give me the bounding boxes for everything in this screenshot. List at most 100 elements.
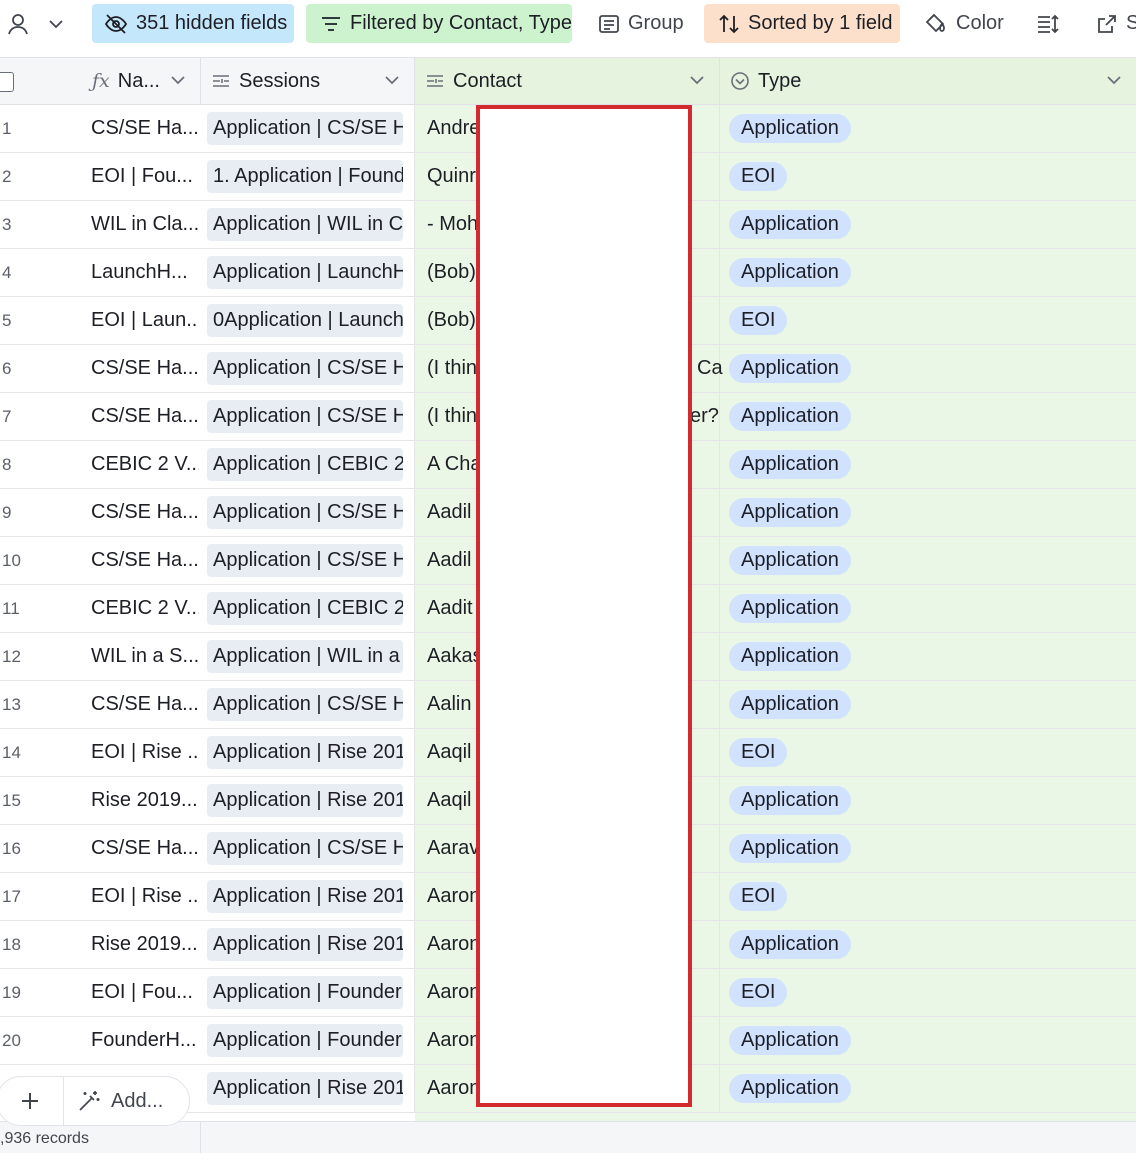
sessions-cell[interactable]: Application | WIL in a S [201, 633, 415, 680]
sessions-cell[interactable]: Application | CS/SE Hac [201, 537, 415, 584]
sessions-cell[interactable]: Application | CEBIC 2 V [201, 585, 415, 632]
name-cell[interactable]: WIL in a S... [91, 633, 199, 680]
session-record-chip[interactable]: Application | CS/SE Hac [207, 832, 403, 865]
sessions-cell[interactable]: Application | Rise 2019 [201, 777, 415, 824]
name-cell[interactable]: CS/SE Ha... [91, 681, 199, 728]
column-header-sessions[interactable]: Sessions [201, 58, 415, 104]
session-record-chip[interactable]: 1. Application | Founde [207, 160, 403, 193]
session-record-chip[interactable]: Application | CS/SE Hac [207, 496, 403, 529]
column-header-name[interactable]: ƒx Na... [84, 58, 201, 104]
sessions-cell[interactable]: Application | CEBIC 2 V [201, 441, 415, 488]
chevron-down-icon[interactable] [170, 72, 186, 88]
filter-button[interactable]: Filtered by Contact, Type [306, 4, 572, 43]
sessions-cell[interactable]: Application | Rise 2019 [201, 921, 415, 968]
add-record-button[interactable] [0, 1077, 64, 1125]
name-cell[interactable]: EOI | Fou... [91, 153, 199, 200]
type-cell[interactable]: Application [720, 345, 1136, 392]
sessions-cell[interactable]: Application | FounderH [201, 969, 415, 1016]
session-record-chip[interactable]: 0Application | LaunchH [207, 304, 403, 337]
sessions-cell[interactable]: Application | LaunchHU [201, 249, 415, 296]
type-cell[interactable]: Application [720, 489, 1136, 536]
name-cell[interactable]: FounderH... [91, 1017, 199, 1064]
name-cell[interactable]: EOI | Fou... [91, 969, 199, 1016]
type-cell[interactable]: EOI [720, 297, 1136, 344]
session-record-chip[interactable]: Application | CEBIC 2 V [207, 592, 403, 625]
name-cell[interactable]: CS/SE Ha... [91, 537, 199, 584]
sort-button[interactable]: Sorted by 1 field [704, 4, 900, 43]
type-cell[interactable]: Application [720, 633, 1136, 680]
row-height-button[interactable] [1036, 4, 1066, 43]
name-cell[interactable]: LaunchH... [91, 249, 199, 296]
sessions-cell[interactable]: Application | CS/SE Hac [201, 825, 415, 872]
type-cell[interactable]: EOI [720, 969, 1136, 1016]
type-cell[interactable]: EOI [720, 153, 1136, 200]
group-button[interactable]: Group [596, 4, 692, 43]
type-cell[interactable]: Application [720, 249, 1136, 296]
session-record-chip[interactable]: Application | Rise 2019 [207, 928, 403, 961]
session-record-chip[interactable]: Application | WIL in a S [207, 640, 403, 673]
session-record-chip[interactable]: Application | FounderH [207, 976, 403, 1009]
sessions-cell[interactable]: Application | Rise 2019 [201, 873, 415, 920]
name-cell[interactable]: CS/SE Ha... [91, 345, 199, 392]
chevron-down-icon[interactable] [689, 72, 705, 88]
name-cell[interactable]: EOI | Laun... [91, 297, 199, 344]
type-cell[interactable]: Application [720, 441, 1136, 488]
session-record-chip[interactable]: Application | CS/SE Hac [207, 400, 403, 433]
sessions-cell[interactable]: 1. Application | Founde [201, 153, 415, 200]
type-cell[interactable]: Application [720, 585, 1136, 632]
type-cell[interactable]: Application [720, 1065, 1136, 1112]
share-view-button[interactable]: S [1096, 4, 1136, 43]
type-cell[interactable]: Application [720, 921, 1136, 968]
chevron-down-icon[interactable] [1106, 72, 1122, 88]
name-cell[interactable]: Rise 2019... [91, 777, 199, 824]
sessions-cell[interactable]: Application | CS/SE Hac [201, 345, 415, 392]
type-cell[interactable]: Application [720, 681, 1136, 728]
type-cell[interactable]: EOI [720, 729, 1136, 776]
name-cell[interactable]: CEBIC 2 V... [91, 585, 199, 632]
session-record-chip[interactable]: Application | Rise 2019 [207, 784, 403, 817]
sessions-cell[interactable]: 0Application | LaunchH [201, 297, 415, 344]
select-all-checkbox[interactable] [0, 72, 14, 92]
type-cell[interactable]: EOI [720, 873, 1136, 920]
type-cell[interactable]: Application [720, 777, 1136, 824]
name-cell[interactable]: Rise 2019... [91, 921, 199, 968]
name-cell[interactable]: CS/SE Ha... [91, 105, 199, 152]
type-cell[interactable]: Application [720, 201, 1136, 248]
sessions-cell[interactable]: Application | WIL in Cla [201, 201, 415, 248]
name-cell[interactable]: EOI | Rise ... [91, 873, 199, 920]
session-record-chip[interactable]: Application | CEBIC 2 V [207, 448, 403, 481]
user-menu[interactable] [6, 4, 74, 43]
type-cell[interactable]: Application [720, 393, 1136, 440]
sessions-cell[interactable]: Application | CS/SE Hac [201, 681, 415, 728]
color-button[interactable]: Color [922, 4, 1014, 43]
column-header-type[interactable]: Type [720, 58, 1136, 104]
session-record-chip[interactable]: Application | Rise 2019 [207, 736, 403, 769]
sessions-cell[interactable]: Application | FounderH [201, 1017, 415, 1064]
name-cell[interactable]: CS/SE Ha... [91, 489, 199, 536]
name-cell[interactable]: CS/SE Ha... [91, 393, 199, 440]
name-cell[interactable]: WIL in Cla... [91, 201, 199, 248]
sessions-cell[interactable]: Application | Rise 2019 [201, 729, 415, 776]
sessions-cell[interactable]: Application | CS/SE Hac [201, 489, 415, 536]
session-record-chip[interactable]: Application | WIL in Cla [207, 208, 403, 241]
column-header-contact[interactable]: Contact [415, 58, 720, 104]
type-cell[interactable]: Application [720, 825, 1136, 872]
chevron-down-icon[interactable] [384, 72, 400, 88]
type-cell[interactable]: Application [720, 1017, 1136, 1064]
name-cell[interactable]: CS/SE Ha... [91, 825, 199, 872]
session-record-chip[interactable]: Application | FounderH [207, 1024, 403, 1057]
session-record-chip[interactable]: Application | CS/SE Hac [207, 112, 403, 145]
sessions-cell[interactable]: Application | Rise 2019 [201, 1065, 415, 1112]
type-cell[interactable]: Application [720, 105, 1136, 152]
sessions-cell[interactable]: Application | CS/SE Hac [201, 393, 415, 440]
name-cell[interactable]: EOI | Rise ... [91, 729, 199, 776]
session-record-chip[interactable]: Application | LaunchHU [207, 256, 403, 289]
hidden-fields-button[interactable]: 351 hidden fields [92, 4, 294, 43]
sessions-cell[interactable]: Application | CS/SE Hac [201, 105, 415, 152]
select-all-cell[interactable] [0, 58, 84, 104]
type-cell[interactable]: Application [720, 537, 1136, 584]
session-record-chip[interactable]: Application | CS/SE Hac [207, 352, 403, 385]
session-record-chip[interactable]: Application | Rise 2019 [207, 880, 403, 913]
name-cell[interactable]: CEBIC 2 V... [91, 441, 199, 488]
session-record-chip[interactable]: Application | CS/SE Hac [207, 544, 403, 577]
